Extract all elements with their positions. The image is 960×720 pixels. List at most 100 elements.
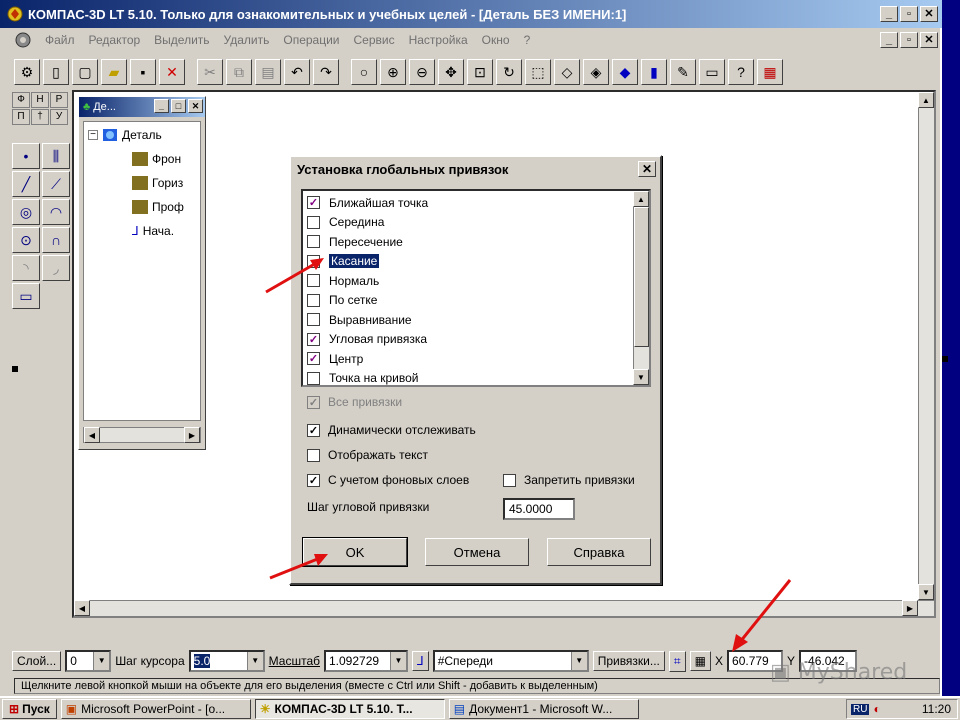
help-button[interactable]: Справка xyxy=(547,538,651,566)
document-system-icon[interactable] xyxy=(14,31,32,49)
snap-checkbox[interactable]: ✓ xyxy=(307,332,320,346)
snaps-button[interactable]: Привязки... xyxy=(592,651,665,671)
angle-step-input[interactable]: 45.0000 xyxy=(503,498,575,520)
tree-item-origin[interactable]: ⅃ Нача. xyxy=(132,224,174,238)
pencil-icon[interactable]: ✎ xyxy=(670,59,696,85)
dynamic-tracking-checkbox[interactable]: ✓ xyxy=(307,423,320,437)
help-pointer-icon[interactable]: ? xyxy=(728,59,754,85)
palette-tab-1[interactable]: Ф xyxy=(12,92,30,108)
palette-tab-5[interactable]: † xyxy=(31,109,49,125)
start-button[interactable]: ⊞ Пуск xyxy=(2,699,57,719)
snap-item[interactable]: Выравнивание xyxy=(307,310,412,329)
rectangle-tool-icon[interactable]: ▭ xyxy=(12,283,40,309)
menu-help[interactable]: ? xyxy=(517,33,538,47)
snap-item[interactable]: ✓ Ближайшая точка xyxy=(307,193,428,212)
snap-item[interactable]: ✓ Центр xyxy=(307,349,363,368)
menu-delete[interactable]: Удалить xyxy=(217,33,277,47)
cancel-button[interactable]: Отмена xyxy=(425,538,529,566)
doc-restore-button[interactable]: ▫ xyxy=(900,32,918,48)
scroll-up-icon[interactable]: ▲ xyxy=(918,92,934,108)
palette-tab-2[interactable]: Н xyxy=(31,92,49,108)
snap-checkbox[interactable] xyxy=(307,215,320,229)
zoom-fit-icon[interactable]: ⊡ xyxy=(467,59,493,85)
orientation-icon[interactable]: ⅃ xyxy=(412,651,429,671)
segment-tool-icon[interactable]: ╱ xyxy=(12,171,40,197)
scroll-left-icon[interactable]: ◀ xyxy=(74,600,90,616)
snaps-toggle-icon[interactable]: ⌗ xyxy=(668,650,686,672)
redo-icon[interactable]: ↷ xyxy=(313,59,339,85)
hidden-lines-view-icon[interactable]: ◇ xyxy=(554,59,580,85)
circle-tool-icon[interactable]: ◎ xyxy=(12,199,40,225)
chamfer-tool-icon[interactable]: ◞ xyxy=(42,255,70,281)
tree-view[interactable]: − Деталь Фрон Гориз Проф ⅃ Нача. xyxy=(83,121,201,421)
tree-item-horizontal-plane[interactable]: Гориз xyxy=(132,176,183,190)
dynamic-tracking-option[interactable]: ✓ Динамически отслеживать xyxy=(307,423,476,437)
doc-minimize-button[interactable]: _ xyxy=(880,32,898,48)
scroll-left-icon[interactable]: ◀ xyxy=(84,427,100,443)
canvas-horizontal-scrollbar[interactable]: ◀ ▶ xyxy=(74,600,934,616)
palette-tab-3[interactable]: Р xyxy=(50,92,68,108)
pan-icon[interactable]: ✥ xyxy=(438,59,464,85)
fillet-tool-icon[interactable]: ◝ xyxy=(12,255,40,281)
wireframe-view-icon[interactable]: ⬚ xyxy=(525,59,551,85)
scroll-down-icon[interactable]: ▼ xyxy=(633,369,649,385)
background-layers-checkbox[interactable]: ✓ xyxy=(307,473,320,487)
save-disk-icon[interactable]: ▪ xyxy=(130,59,156,85)
dialog-close-button[interactable]: ✕ xyxy=(638,161,656,177)
chevron-down-icon[interactable]: ▼ xyxy=(93,652,110,670)
layer-select[interactable]: 0 ▼ xyxy=(65,650,112,672)
scroll-right-icon[interactable]: ▶ xyxy=(902,600,918,616)
palette-tab-6[interactable]: У xyxy=(50,109,68,125)
cut-icon[interactable]: ✂ xyxy=(197,59,223,85)
zoom-in-icon[interactable]: ⊕ xyxy=(380,59,406,85)
open-folder-icon[interactable]: ▰ xyxy=(101,59,127,85)
volume-icon[interactable]: ◐ xyxy=(873,702,880,716)
scroll-thumb[interactable] xyxy=(634,207,649,347)
scroll-up-icon[interactable]: ▲ xyxy=(633,191,649,207)
show-text-checkbox[interactable] xyxy=(307,448,320,462)
snap-checkbox[interactable]: ✓ xyxy=(307,196,320,209)
language-indicator[interactable]: RU xyxy=(851,703,870,715)
snap-list[interactable]: Точка на кривой ✓ Центр ✓ Угловая привязка Вы… xyxy=(301,189,651,387)
paste-icon[interactable]: ▤ xyxy=(255,59,281,85)
point-tool-icon[interactable]: • xyxy=(12,143,40,169)
shaded-view-icon[interactable]: ◆ xyxy=(612,59,638,85)
menu-file[interactable]: Файл xyxy=(38,33,82,47)
disable-snaps-option[interactable]: Запретить привязки xyxy=(503,473,635,487)
tree-close-button[interactable]: ✕ xyxy=(188,99,203,113)
palette-tab-4[interactable]: П xyxy=(12,109,30,125)
menu-edit[interactable]: Редактор xyxy=(82,33,148,47)
ellipse-tool-icon[interactable]: ⊙ xyxy=(12,227,40,253)
snap-checkbox[interactable] xyxy=(307,235,320,248)
menu-window[interactable]: Окно xyxy=(475,33,517,47)
taskbar-button[interactable]: ☀ КОМПАС-3D LT 5.10. Т... xyxy=(254,699,445,719)
minimize-button[interactable]: _ xyxy=(880,6,898,22)
snap-checkbox[interactable]: ✓ xyxy=(307,352,320,365)
snap-item[interactable]: Середина xyxy=(307,213,384,232)
monitor-icon[interactable]: ▭ xyxy=(699,59,725,85)
menu-service[interactable]: Сервис xyxy=(347,33,402,47)
snap-list-scrollbar[interactable]: ▲ ▼ xyxy=(633,191,649,385)
tree-minimize-button[interactable]: _ xyxy=(154,99,169,113)
gear-icon[interactable]: ⚙ xyxy=(14,59,40,85)
collapse-icon[interactable]: − xyxy=(88,130,98,140)
tree-item-front-plane[interactable]: Фрон xyxy=(132,152,181,166)
snap-checkbox[interactable] xyxy=(307,371,320,385)
cursor-step-select[interactable]: 5.0 ▼ xyxy=(188,650,265,672)
background-layers-option[interactable]: ✓ С учетом фоновых слоев xyxy=(307,473,469,487)
menu-operations[interactable]: Операции xyxy=(276,33,346,47)
grid-icon[interactable]: ▦ xyxy=(689,651,711,671)
doc-close-button[interactable]: ✕ xyxy=(920,32,938,48)
zoom-icon[interactable]: ○ xyxy=(351,59,377,85)
taskbar-button[interactable]: ▣ Microsoft PowerPoint - [о... xyxy=(60,699,251,719)
snap-item[interactable]: Точка на кривой xyxy=(307,369,418,385)
taskbar-button[interactable]: ▤ Документ1 - Microsoft W... xyxy=(448,699,639,719)
all-snaps-option[interactable]: ✓ Все привязки xyxy=(307,395,402,409)
auxiliary-line-icon[interactable]: ⫼ xyxy=(42,143,70,169)
close-button[interactable]: ✕ xyxy=(920,6,938,22)
zoom-out-icon[interactable]: ⊖ xyxy=(409,59,435,85)
layer-button[interactable]: Слой... xyxy=(12,651,62,671)
chevron-down-icon[interactable]: ▼ xyxy=(390,652,406,670)
canvas-vertical-scrollbar[interactable]: ▲ ▼ xyxy=(918,92,934,616)
new-document-icon[interactable]: ▯ xyxy=(43,59,69,85)
